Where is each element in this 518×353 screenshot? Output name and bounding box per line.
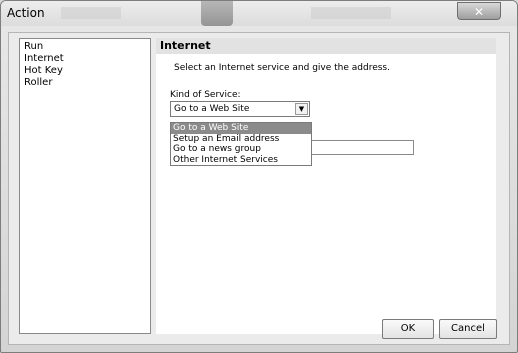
close-icon: ✕ [473,5,485,19]
action-list[interactable]: Run Internet Hot Key Roller [19,38,151,334]
chevron-down-icon: ▼ [298,105,305,113]
close-button[interactable]: ✕ [457,2,501,20]
option-email-address[interactable]: Setup an Email address [171,134,311,145]
window-title: Action [7,6,45,20]
background-blur [311,7,391,19]
kind-of-service-select[interactable]: Go to a Web Site ▼ [170,101,310,117]
option-other-services[interactable]: Other Internet Services [171,155,311,166]
option-news-group[interactable]: Go to a news group [171,144,311,155]
sidebar-item-internet[interactable]: Internet [24,53,146,65]
title-bar[interactable]: Action ✕ [1,1,517,26]
option-web-site[interactable]: Go to a Web Site [171,123,311,134]
dropdown-arrow-button[interactable]: ▼ [295,103,308,115]
sidebar-item-roller[interactable]: Roller [24,77,146,89]
background-blur [201,1,233,26]
instruction-text: Select an Internet service and give the … [174,63,390,73]
address-input[interactable] [298,140,414,155]
sidebar-item-hot-key[interactable]: Hot Key [24,65,146,77]
sidebar-item-run[interactable]: Run [24,41,146,53]
service-dropdown-list[interactable]: Go to a Web Site Setup an Email address … [170,122,312,166]
cancel-button[interactable]: Cancel [439,319,497,339]
kind-of-service-label: Kind of Service: [170,90,241,100]
action-dialog: Action ✕ Run Internet Hot Key Roller Int… [0,0,518,353]
background-blur [61,7,121,19]
internet-panel: Internet Select an Internet service and … [156,38,496,334]
panel-title: Internet [156,38,496,54]
selected-service: Go to a Web Site [174,104,250,114]
ok-button[interactable]: OK [382,319,434,339]
